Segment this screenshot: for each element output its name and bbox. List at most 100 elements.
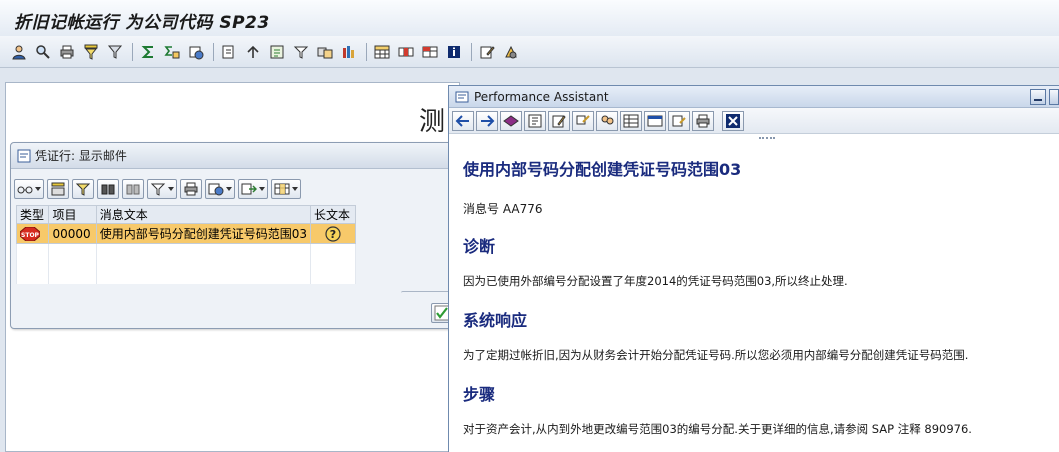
find-next-button[interactable] bbox=[122, 179, 144, 199]
longtext-cell[interactable]: ? bbox=[309, 223, 357, 244]
pa-window-buttons bbox=[1027, 89, 1059, 105]
document-button[interactable] bbox=[644, 110, 666, 131]
print-button[interactable] bbox=[692, 110, 714, 131]
message-text-cell: 使用内部号码分配创建凭证号码范围03 bbox=[95, 223, 311, 244]
arrow-left-icon bbox=[455, 114, 469, 127]
info-icon[interactable] bbox=[445, 43, 463, 61]
binoculars-icon bbox=[101, 184, 115, 195]
print-icon[interactable] bbox=[58, 43, 76, 61]
type-cell: STOP bbox=[15, 223, 50, 244]
views-icon bbox=[208, 183, 224, 196]
export-button[interactable] bbox=[238, 179, 268, 199]
pencil-icon bbox=[552, 114, 566, 127]
table-row-empty bbox=[15, 243, 357, 264]
minimize-button[interactable] bbox=[1030, 89, 1046, 105]
sort-down-icon bbox=[75, 183, 91, 196]
technical-info-button[interactable] bbox=[524, 110, 546, 131]
table-row[interactable]: STOP 00000 使用内部号码分配创建凭证号码范围03 ? bbox=[15, 223, 357, 244]
filter-icon[interactable] bbox=[82, 43, 100, 61]
pa-toolbar bbox=[449, 108, 1059, 134]
glossary-button[interactable] bbox=[572, 110, 594, 131]
technical-info-icon bbox=[528, 114, 542, 127]
print-icon bbox=[184, 182, 198, 196]
toolbar-separator bbox=[366, 42, 367, 61]
document-icon bbox=[647, 115, 663, 126]
print-button[interactable] bbox=[180, 179, 202, 199]
resize-grip[interactable] bbox=[759, 137, 775, 140]
question-icon[interactable]: ? bbox=[324, 225, 342, 243]
table-button[interactable] bbox=[620, 110, 642, 131]
settings-icon bbox=[672, 115, 686, 126]
save-layout-icon[interactable] bbox=[397, 43, 415, 61]
select-layout-icon[interactable] bbox=[373, 43, 391, 61]
edit-icon[interactable] bbox=[478, 43, 496, 61]
sort-asc-button[interactable] bbox=[47, 179, 69, 199]
column-header-type[interactable]: 类型 bbox=[15, 205, 50, 224]
close-button[interactable] bbox=[722, 110, 744, 131]
filter-set-icon[interactable] bbox=[106, 43, 124, 61]
filter-button[interactable] bbox=[147, 179, 177, 199]
app-toolbar bbox=[0, 36, 1059, 68]
graphic-icon[interactable] bbox=[187, 43, 205, 61]
window-icon bbox=[17, 149, 31, 162]
column-header-text[interactable]: 消息文本 bbox=[95, 205, 311, 224]
section-title-system-response: 系统响应 bbox=[463, 311, 528, 330]
bookmark-button[interactable] bbox=[500, 110, 522, 131]
edit-button[interactable] bbox=[548, 110, 570, 131]
table-icon bbox=[623, 114, 639, 127]
sort-up-icon bbox=[51, 182, 65, 196]
background-title: 测 bbox=[419, 107, 446, 137]
details-icon[interactable] bbox=[292, 43, 310, 61]
forward-button[interactable] bbox=[476, 110, 498, 131]
column-header-item[interactable]: 项目 bbox=[48, 205, 97, 224]
svg-text:?: ? bbox=[330, 228, 336, 241]
binoculars-next-icon bbox=[126, 184, 140, 195]
find-button[interactable] bbox=[97, 179, 119, 199]
book-icon bbox=[503, 114, 519, 127]
sort-desc-button[interactable] bbox=[72, 179, 94, 199]
maximize-button[interactable] bbox=[1049, 89, 1059, 105]
glossary-icon bbox=[576, 114, 590, 124]
sort-asc-icon[interactable] bbox=[244, 43, 262, 61]
find-icon[interactable] bbox=[34, 43, 52, 61]
item-cell: 00000 bbox=[48, 223, 97, 244]
message-table: 类型 项目 消息文本 长文本 STOP 00000 使用内部号码分配创建凭证号码… bbox=[15, 205, 357, 284]
settings-icon[interactable] bbox=[502, 43, 520, 61]
back-button[interactable] bbox=[452, 110, 474, 131]
voucher-toolbar bbox=[14, 177, 304, 201]
people-icon bbox=[601, 115, 614, 124]
layout-icon bbox=[274, 183, 290, 195]
person-icon[interactable] bbox=[10, 43, 28, 61]
section-text-system-response: 为了定期过帐折旧,因为从财务会计开始分配凭证号码.所以您必须用内部编号分配创建凭… bbox=[463, 348, 969, 362]
people-button[interactable] bbox=[596, 110, 618, 131]
pa-content: 使用内部号码分配创建凭证号码范围03 消息号 AA776 诊断 因为已使用外部编… bbox=[463, 156, 1053, 452]
views-button[interactable] bbox=[205, 179, 235, 199]
filter-icon bbox=[150, 183, 166, 196]
column-header-longtext[interactable]: 长文本 bbox=[309, 205, 357, 224]
subtotal-icon[interactable] bbox=[163, 43, 181, 61]
layout-icon[interactable] bbox=[421, 43, 439, 61]
export-icon[interactable] bbox=[220, 43, 238, 61]
column-icon[interactable] bbox=[316, 43, 334, 61]
toolbar-separator bbox=[132, 42, 133, 61]
message-heading: 使用内部号码分配创建凭证号码范围03 bbox=[463, 160, 742, 179]
toolbar-separator bbox=[213, 42, 214, 61]
arrow-right-icon bbox=[481, 114, 495, 127]
layout-button[interactable] bbox=[271, 179, 301, 199]
details-button[interactable] bbox=[14, 179, 44, 199]
stop-icon: STOP bbox=[20, 226, 40, 241]
voucher-popup-title: 凭证行: 显示邮件 bbox=[35, 149, 127, 163]
sum-icon[interactable] bbox=[139, 43, 157, 61]
window-title: 折旧记帐运行 为公司代码 SP23 bbox=[14, 13, 270, 33]
table-row-empty bbox=[15, 263, 357, 284]
toolbar-separator bbox=[471, 42, 472, 61]
settings-button[interactable] bbox=[668, 110, 690, 131]
voucher-popup-header: 凭证行: 显示邮件 bbox=[11, 143, 454, 169]
section-text-diagnosis: 因为已使用外部编号分配设置了年度2014的凭证号码范围03,所以终止处理. bbox=[463, 274, 848, 288]
sort-desc-icon[interactable] bbox=[268, 43, 286, 61]
pa-title: Performance Assistant bbox=[474, 89, 609, 104]
export-icon bbox=[241, 183, 257, 195]
print-icon bbox=[696, 114, 710, 127]
change-layout-icon[interactable] bbox=[340, 43, 358, 61]
close-icon bbox=[726, 113, 740, 128]
